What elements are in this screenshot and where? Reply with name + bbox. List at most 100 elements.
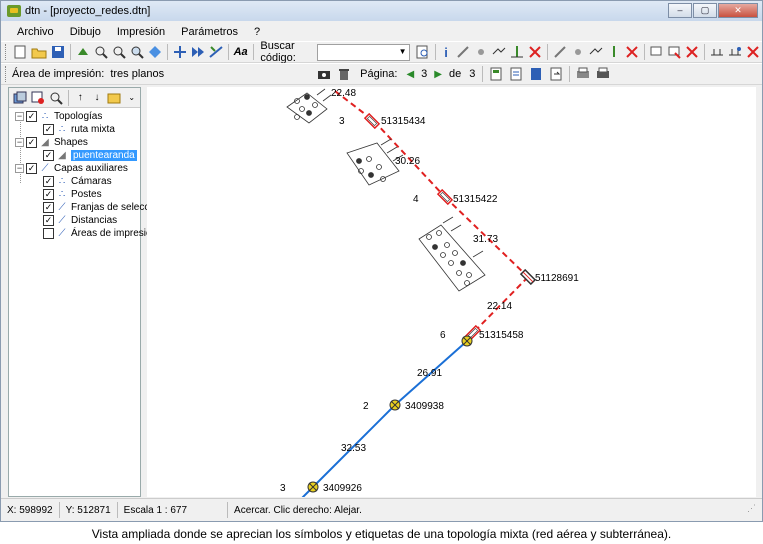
print-preview-icon[interactable] — [575, 66, 591, 82]
move-down-icon[interactable]: ↓ — [91, 91, 104, 105]
node-icon[interactable] — [474, 44, 488, 60]
tree-node-areas[interactable]: ⟋ Áreas de impresión — [43, 227, 157, 239]
manhole[interactable] — [307, 481, 319, 493]
grid-icon[interactable] — [173, 44, 187, 60]
page-list-icon[interactable] — [508, 66, 524, 82]
toolbar-grip[interactable] — [5, 66, 8, 82]
find-layer-icon[interactable] — [49, 91, 63, 105]
pole-node-icon[interactable] — [571, 44, 585, 60]
open-folder-icon[interactable] — [31, 44, 47, 60]
checkbox-checked[interactable]: ✓ — [43, 188, 54, 200]
building-cluster[interactable] — [418, 216, 486, 292]
add-layer-icon[interactable] — [31, 91, 45, 105]
pan-icon[interactable] — [76, 44, 90, 60]
collapse-toggle[interactable]: − — [15, 137, 24, 147]
menu-help[interactable]: ? — [254, 26, 260, 38]
save-icon[interactable] — [51, 44, 65, 60]
checkbox-checked[interactable]: ✓ — [26, 136, 37, 148]
search-code-input[interactable]: ▼ — [316, 43, 410, 61]
title-bar: dtn - [proyecto_redes.dtn] – ▢ ✕ — [1, 1, 762, 21]
checkbox-checked[interactable]: ✓ — [43, 201, 54, 213]
toolbar-grip[interactable] — [5, 44, 7, 60]
table-delete-icon[interactable] — [746, 44, 760, 60]
search-icon[interactable] — [416, 44, 430, 60]
collapse-toggle[interactable]: − — [15, 111, 24, 121]
panel-menu-icon[interactable]: ⌄ — [125, 91, 138, 105]
menu-dibujo[interactable]: Dibujo — [70, 26, 101, 38]
aerial-pole[interactable] — [436, 188, 454, 206]
draw-line-icon[interactable] — [456, 44, 470, 60]
fast-forward-icon[interactable] — [191, 44, 205, 60]
print-area-value[interactable]: tres planos — [110, 68, 164, 80]
page-save-icon[interactable] — [528, 66, 544, 82]
zoom-window-icon[interactable] — [130, 44, 144, 60]
tree-node-camaras[interactable]: ✓ ∴ Cámaras — [43, 175, 112, 187]
zoom-extents-icon[interactable] — [148, 44, 162, 60]
tree-node-capas-auxiliares[interactable]: − ✓ ⟋ Capas auxiliares — [15, 162, 128, 174]
network-map[interactable]: 22.48 3 51315434 30.26 4 51315422 31.73 … — [147, 87, 756, 497]
insert-icon[interactable] — [510, 44, 524, 60]
minimize-button[interactable]: – — [668, 3, 692, 18]
map-canvas[interactable]: 22.48 3 51315434 30.26 4 51315422 31.73 … — [147, 87, 756, 497]
layer-properties-icon[interactable] — [107, 91, 121, 105]
checkbox-checked[interactable]: ✓ — [43, 123, 54, 135]
pole-insert-icon[interactable] — [607, 44, 621, 60]
collapse-toggle[interactable]: − — [15, 163, 24, 173]
split-line-icon[interactable] — [492, 44, 506, 60]
label-icon[interactable] — [649, 44, 663, 60]
info-icon[interactable]: i — [440, 44, 452, 60]
maximize-button[interactable]: ▢ — [693, 3, 717, 18]
tree-node-topologias[interactable]: − ✓ ∴ Topologías — [15, 110, 102, 122]
print-icon[interactable] — [595, 66, 611, 82]
manhole[interactable] — [389, 399, 401, 411]
checkbox-checked[interactable]: ✓ — [43, 149, 54, 161]
checkbox-checked[interactable]: ✓ — [43, 175, 54, 187]
pole-code-label: 51315422 — [453, 194, 498, 205]
manhole[interactable] — [461, 335, 473, 347]
menu-impresion[interactable]: Impresión — [117, 26, 165, 38]
move-up-icon[interactable]: ↑ — [74, 91, 87, 105]
tree-label: puentearanda — [71, 149, 137, 161]
pole-split-icon[interactable] — [589, 44, 603, 60]
table-icon[interactable] — [710, 44, 724, 60]
tree-node-ruta-mixta[interactable]: ✓ ∴ ruta mixta — [43, 123, 115, 135]
zoom-out-icon[interactable] — [112, 44, 126, 60]
aerial-pole[interactable] — [519, 268, 537, 286]
measure-icon[interactable] — [209, 44, 223, 60]
checkbox-checked[interactable]: ✓ — [26, 162, 37, 174]
close-button[interactable]: ✕ — [718, 3, 758, 18]
tree-node-shapes[interactable]: − ✓ ◢ Shapes — [15, 136, 88, 148]
tree-node-postes[interactable]: ✓ ∴ Postes — [43, 188, 102, 200]
delete-line-icon[interactable] — [528, 44, 542, 60]
tree-node-franjas[interactable]: ✓ ⟋ Franjas de selección — [43, 201, 163, 213]
table-config-icon[interactable] — [728, 44, 742, 60]
checkbox-checked[interactable]: ✓ — [26, 110, 37, 122]
tree-node-puentearanda[interactable]: ✓ ◢ puentearanda — [43, 149, 137, 161]
pole-delete-icon[interactable] — [625, 44, 639, 60]
checkbox-checked[interactable]: ✓ — [43, 214, 54, 226]
page-setup-icon[interactable] — [488, 66, 504, 82]
next-page-icon[interactable]: ▶ — [434, 69, 442, 80]
menu-parametros[interactable]: Parámetros — [181, 26, 238, 38]
page-export-icon[interactable] — [548, 66, 564, 82]
new-file-icon[interactable] — [13, 44, 27, 60]
layers-icon[interactable] — [13, 91, 27, 105]
distance-label: 32.53 — [341, 443, 366, 454]
previous-page-icon[interactable]: ◀ — [406, 69, 414, 80]
checkbox-unchecked[interactable] — [43, 227, 54, 239]
print-area-label: Área de impresión: — [12, 68, 105, 80]
label-delete-icon[interactable] — [685, 44, 699, 60]
chevron-down-icon[interactable]: ▼ — [399, 47, 407, 56]
draw-pole-icon[interactable] — [553, 44, 567, 60]
aerial-pole[interactable] — [363, 112, 381, 130]
shape-icon: ◢ — [58, 149, 66, 161]
menu-archivo[interactable]: Archivo — [17, 26, 54, 38]
zoom-in-icon[interactable] — [94, 44, 108, 60]
resize-grip-icon[interactable]: ⋰ — [747, 503, 756, 514]
building-cluster[interactable] — [286, 88, 332, 124]
tree-node-distancias[interactable]: ✓ ⟋ Distancias — [43, 214, 117, 226]
camera-icon[interactable] — [316, 66, 332, 82]
trash-icon[interactable] — [336, 66, 352, 82]
font-icon[interactable]: Aa — [234, 44, 248, 60]
label-filter-icon[interactable] — [667, 44, 681, 60]
